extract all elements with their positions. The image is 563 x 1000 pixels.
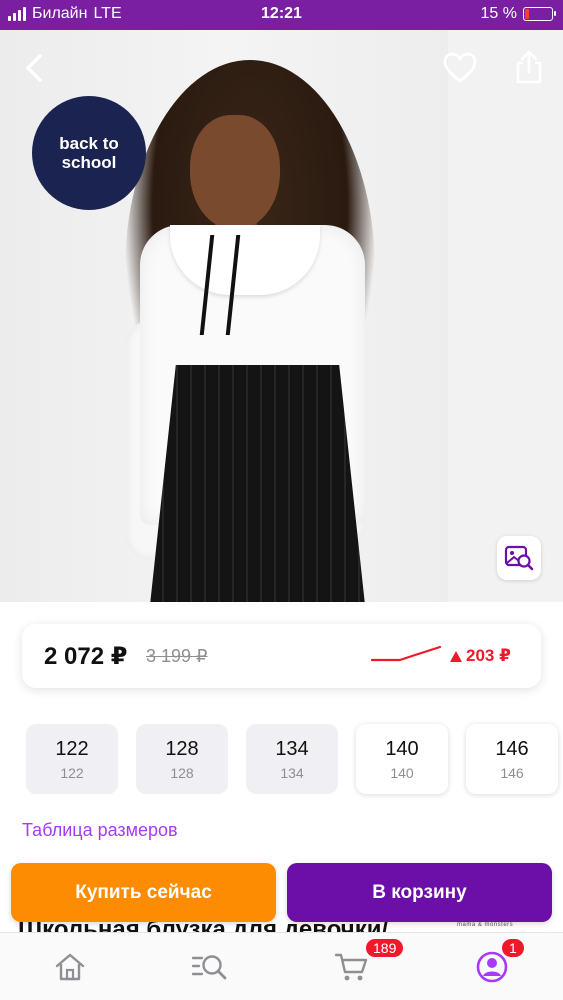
buy-now-button[interactable]: Купить сейчас (11, 863, 276, 922)
cart-icon (334, 953, 368, 981)
search-icon (191, 955, 227, 980)
cart-count-badge: 189 (364, 937, 406, 959)
current-price: 2 072 ₽ (44, 643, 128, 670)
size-option-140[interactable]: 140 140 (356, 724, 448, 794)
status-bar: Билайн LTE 12:21 15 % (0, 0, 563, 30)
arrow-up-icon (450, 650, 462, 662)
battery-percent: 15 % (480, 5, 517, 22)
size-sublabel: 122 (60, 764, 84, 781)
size-selector: 122 122 128 128 134 134 140 140 146 146 (26, 724, 558, 794)
back-button[interactable] (20, 48, 50, 88)
heart-icon (443, 52, 477, 83)
size-option-134[interactable]: 134 134 (246, 724, 338, 794)
price-trend-icon (370, 645, 442, 662)
size-sublabel: 146 (500, 764, 524, 781)
size-option-146[interactable]: 146 146 (466, 724, 558, 794)
size-label: 146 (495, 737, 529, 760)
home-icon (55, 953, 85, 981)
battery-icon (523, 7, 556, 21)
size-label: 128 (165, 737, 199, 760)
profile-notification-badge: 1 (500, 937, 526, 959)
size-sublabel: 134 (280, 764, 304, 781)
price-change: 203 ₽ (450, 646, 511, 666)
share-button[interactable] (512, 48, 546, 86)
bottom-nav: 189 1 (0, 932, 563, 1000)
price-change-value: 203 ₽ (466, 646, 511, 665)
status-time: 12:21 (261, 5, 302, 22)
size-option-128[interactable]: 128 128 (136, 724, 228, 794)
size-sublabel: 140 (390, 764, 414, 781)
size-label: 134 (275, 737, 309, 760)
size-label: 140 (385, 737, 419, 760)
size-sublabel: 128 (170, 764, 194, 781)
nav-search[interactable] (190, 947, 230, 987)
share-icon (516, 50, 542, 84)
size-label: 122 (55, 737, 89, 760)
size-option-122[interactable]: 122 122 (26, 724, 118, 794)
nav-home[interactable] (50, 947, 90, 987)
promo-badge: back to school (32, 96, 146, 210)
chevron-left-icon (26, 54, 42, 82)
visual-search-button[interactable] (497, 536, 541, 580)
status-right: 15 % (480, 5, 556, 23)
size-table-link[interactable]: Таблица размеров (22, 820, 178, 841)
old-price: 3 199 ₽ (146, 646, 208, 666)
brand-logo: mama & monsters (457, 922, 514, 928)
image-search-icon (504, 545, 534, 571)
favorite-button[interactable] (442, 51, 478, 85)
add-to-cart-button[interactable]: В корзину (287, 863, 552, 922)
battery-level (525, 9, 530, 19)
price-card[interactable]: 2 072 ₽ 3 199 ₽ 203 ₽ (22, 624, 541, 688)
